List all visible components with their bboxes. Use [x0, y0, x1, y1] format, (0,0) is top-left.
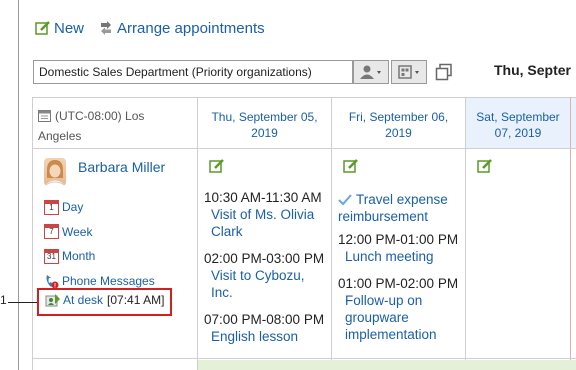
new-label: New: [54, 19, 85, 37]
day-header-line: Sat, September: [476, 110, 560, 124]
facility-select-button[interactable]: [391, 60, 427, 84]
phone-icon: !: [44, 273, 60, 289]
presence-icon: [45, 294, 60, 307]
todo-title: reimbursement: [338, 209, 429, 224]
appointment-time: 10:30 AM-11:30 AM: [204, 190, 322, 205]
appointment-time: 12:00 PM-01:00 PM: [338, 232, 459, 247]
appointment-title: Lunch meeting: [345, 249, 434, 264]
week-calendar-icon: 7: [44, 224, 59, 240]
add-appointment-sat[interactable]: [477, 158, 493, 177]
presence-status[interactable]: At desk [07:41 AM]: [45, 292, 164, 308]
new-button[interactable]: New: [35, 20, 84, 37]
arrange-appointments-button[interactable]: Arrange appointments: [98, 20, 265, 37]
organization-select[interactable]: Domestic Sales Department (Priority orga…: [33, 60, 353, 84]
appointment-title: Inc.: [211, 285, 233, 300]
user-name-link[interactable]: Barbara Miller: [78, 159, 165, 175]
calendar-grid-icon: [38, 110, 51, 122]
appointment-time: 02:00 PM-03:00 PM: [204, 251, 325, 266]
week-view-link[interactable]: 7 Week: [44, 220, 155, 245]
day-view-link[interactable]: 1 Day: [44, 195, 155, 220]
avatar: [44, 158, 66, 186]
user-view-links: 1 Day 7 Week 31 Month ! Phone Messages: [44, 195, 155, 293]
grid-divider: [570, 97, 571, 370]
appointment-time: 01:00 PM-02:00 PM: [338, 276, 459, 291]
appointment[interactable]: 07:00 PM-08:00 PM English lesson: [204, 311, 332, 345]
open-window-button[interactable]: [435, 63, 453, 81]
callout-line: [8, 302, 37, 303]
user-cell: Barbara Miller: [44, 158, 165, 186]
day-header-sat[interactable]: Sat, September 07, 2019: [466, 109, 570, 141]
fri-events: Travel expense reimbursement 12:00 PM-01…: [338, 191, 466, 343]
grid-divider: [32, 148, 576, 149]
thu-events: 10:30 AM-11:30 AM Visit of Ms. Olivia Cl…: [204, 189, 332, 345]
edit-icon: [209, 159, 224, 173]
appointment-title: groupware: [345, 310, 409, 325]
arrange-label: Arrange appointments: [117, 19, 265, 37]
add-appointment-fri[interactable]: [343, 158, 359, 177]
all-day-row: [198, 360, 576, 370]
grid-divider: [32, 358, 576, 359]
phone-messages-label: Phone Messages: [62, 273, 155, 288]
presence-time: [07:41 AM]: [107, 293, 165, 307]
day-header-fri[interactable]: Fri, September 06, 2019: [332, 109, 465, 141]
appointment[interactable]: 12:00 PM-01:00 PM Lunch meeting: [338, 231, 466, 265]
day-header-thu[interactable]: Thu, September 05, 2019: [198, 109, 331, 141]
check-icon: [338, 193, 352, 205]
week-title: Thu, Septer: [494, 62, 572, 78]
appointment[interactable]: 01:00 PM-02:00 PM Follow-up on groupware…: [338, 275, 466, 343]
day-header-line: 07, 2019: [494, 126, 542, 140]
add-appointment-thu[interactable]: [209, 158, 225, 177]
timezone-line1: (UTC-08:00) Los: [55, 109, 145, 123]
day-header-line: Thu, September 05,: [211, 110, 318, 124]
timezone-line2: Angeles: [38, 129, 82, 143]
day-header-line: 2019: [251, 126, 278, 140]
day-view-label: Day: [62, 200, 84, 215]
todo-item[interactable]: Travel expense reimbursement: [338, 191, 466, 225]
month-view-label: Month: [62, 249, 96, 264]
appointment-title: English lesson: [211, 329, 299, 344]
edit-icon: [343, 159, 358, 173]
callout-number: 1: [0, 293, 7, 307]
user-select-button[interactable]: [353, 60, 389, 84]
user-icon: [360, 65, 381, 79]
facility-icon: [398, 65, 419, 79]
appointment-title: implementation: [345, 327, 437, 342]
todo-line: Travel expense: [338, 191, 466, 208]
week-view-label: Week: [62, 224, 93, 239]
appointment-title: Clark: [211, 224, 243, 239]
appointment-title: Follow-up on: [345, 293, 423, 308]
arrange-icon: [101, 21, 112, 35]
appointment-title: Visit of Ms. Olivia: [211, 207, 315, 222]
new-icon: [35, 21, 50, 35]
month-calendar-icon: 31: [44, 248, 59, 264]
timezone-cell: (UTC-08:00) Los Angeles: [38, 106, 193, 146]
day-header-line: 2019: [385, 126, 412, 140]
day-header-line: Fri, September 06,: [348, 110, 449, 124]
appointment[interactable]: 02:00 PM-03:00 PM Visit to Cybozu, Inc.: [204, 250, 332, 301]
popup-icon: [435, 63, 452, 81]
appointment-title: Visit to Cybozu,: [211, 268, 305, 283]
toolbar: New Arrange appointments: [35, 17, 279, 39]
day-calendar-icon: 1: [44, 199, 59, 215]
todo-title: Travel expense: [356, 192, 448, 207]
month-view-link[interactable]: 31 Month: [44, 244, 155, 269]
presence-label: At desk: [63, 293, 104, 307]
edit-icon: [477, 159, 492, 173]
appointment-time: 07:00 PM-08:00 PM: [204, 312, 325, 327]
appointment[interactable]: 10:30 AM-11:30 AM Visit of Ms. Olivia Cl…: [204, 189, 332, 240]
